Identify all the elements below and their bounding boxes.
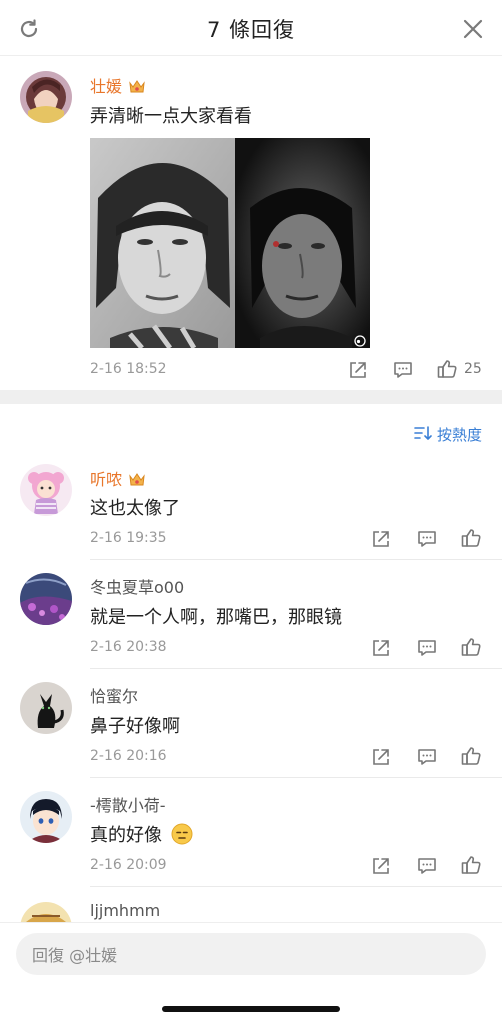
emoji-icon (171, 823, 193, 850)
comment-time: 2-16 20:16 (90, 748, 167, 764)
like-count: 25 (464, 361, 482, 377)
main-comment: 壮媛 弄清晰一点大家看看 2-16 18:52 25 (0, 57, 502, 390)
comment-page: 7 條回復 壮媛 弄清晰一点大家看看 2-16 18:52 25 按熱度 听哝 … (0, 0, 502, 1024)
like-icon[interactable] (460, 636, 482, 658)
username[interactable]: ljjmhmm (90, 901, 160, 920)
list-item: -樗散小荷- 真的好像 2-16 20:09 (0, 778, 502, 887)
share-icon[interactable] (347, 359, 369, 381)
username-text[interactable]: 听哝 (90, 470, 122, 489)
comment-text: 这也太像了 (90, 498, 180, 519)
comment-time: 2-16 19:35 (90, 530, 167, 546)
list-item: ljjmhmm (0, 887, 502, 927)
avatar[interactable] (20, 71, 72, 123)
like-icon[interactable] (460, 854, 482, 876)
sort-icon (414, 425, 432, 445)
comment-icon[interactable] (416, 855, 438, 877)
comment-photo[interactable] (90, 138, 370, 348)
sort-label: 按熱度 (436, 426, 482, 444)
comment-text-body: 真的好像 (90, 825, 162, 846)
username[interactable]: 冬虫夏草o00 (90, 574, 184, 598)
crown-icon (128, 78, 146, 94)
header: 7 條回復 (0, 0, 502, 56)
section-divider (0, 390, 502, 404)
crown-icon (128, 471, 146, 487)
like-icon[interactable] (460, 745, 482, 767)
home-indicator (162, 1006, 340, 1012)
like-icon[interactable] (436, 358, 458, 380)
list-item: 冬虫夏草o00 就是一个人啊，那嘴巴，那眼镜 2-16 20:38 (0, 560, 502, 669)
comment-icon[interactable] (416, 746, 438, 768)
username[interactable]: 壮媛 (90, 73, 146, 97)
avatar[interactable] (20, 573, 72, 625)
comment-text: 鼻子好像啊 (90, 716, 180, 737)
list-item: 恰蜜尔 鼻子好像啊 2-16 20:16 (0, 669, 502, 778)
share-icon[interactable] (370, 528, 392, 550)
comment-time: 2-16 20:09 (90, 857, 167, 873)
close-icon[interactable] (458, 14, 488, 44)
comment-icon[interactable] (416, 637, 438, 659)
comment-time: 2-16 20:38 (90, 639, 167, 655)
sort-button[interactable]: 按熱度 (414, 424, 482, 445)
username-text[interactable]: 壮媛 (90, 77, 122, 96)
username[interactable]: -樗散小荷- (90, 792, 166, 816)
reply-input[interactable]: 回復 @壮媛 (16, 933, 486, 975)
username[interactable]: 听哝 (90, 466, 146, 490)
comment-text: 真的好像 (90, 821, 193, 850)
comment-time: 2-16 18:52 (90, 361, 167, 377)
share-icon[interactable] (370, 637, 392, 659)
share-icon[interactable] (370, 855, 392, 877)
comment-text: 弄清晰一点大家看看 (90, 106, 252, 127)
avatar[interactable] (20, 791, 72, 843)
username[interactable]: 恰蜜尔 (90, 683, 138, 707)
avatar[interactable] (20, 682, 72, 734)
comment-icon[interactable] (392, 359, 414, 381)
like-icon[interactable] (460, 527, 482, 549)
comment-icon[interactable] (416, 528, 438, 550)
share-icon[interactable] (370, 746, 392, 768)
avatar[interactable] (20, 464, 72, 516)
list-item: 听哝 这也太像了 2-16 19:35 (0, 450, 502, 560)
comment-text: 就是一个人啊，那嘴巴，那眼镜 (90, 607, 342, 628)
page-title: 7 條回復 (206, 18, 296, 42)
